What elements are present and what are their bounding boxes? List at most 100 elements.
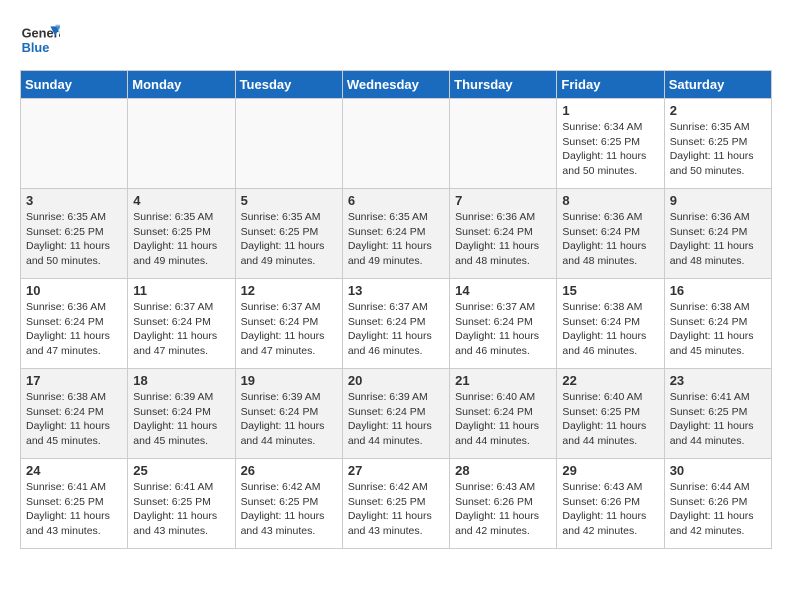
calendar-week-row: 10 Sunrise: 6:36 AMSunset: 6:24 PMDayligh… — [21, 279, 772, 369]
day-detail: Sunrise: 6:39 AMSunset: 6:24 PMDaylight:… — [348, 390, 444, 449]
calendar-cell: 11 Sunrise: 6:37 AMSunset: 6:24 PMDayligh… — [128, 279, 235, 369]
day-number: 11 — [133, 283, 229, 298]
day-detail: Sunrise: 6:41 AMSunset: 6:25 PMDaylight:… — [670, 390, 766, 449]
calendar-cell — [235, 99, 342, 189]
calendar-cell: 19 Sunrise: 6:39 AMSunset: 6:24 PMDayligh… — [235, 369, 342, 459]
calendar-cell: 17 Sunrise: 6:38 AMSunset: 6:24 PMDayligh… — [21, 369, 128, 459]
calendar-week-row: 24 Sunrise: 6:41 AMSunset: 6:25 PMDayligh… — [21, 459, 772, 549]
calendar-cell — [128, 99, 235, 189]
day-detail: Sunrise: 6:44 AMSunset: 6:26 PMDaylight:… — [670, 480, 766, 539]
calendar-cell: 28 Sunrise: 6:43 AMSunset: 6:26 PMDayligh… — [450, 459, 557, 549]
weekday-header-wednesday: Wednesday — [342, 71, 449, 99]
day-detail: Sunrise: 6:35 AMSunset: 6:25 PMDaylight:… — [133, 210, 229, 269]
calendar-cell: 22Sunrise: 6:40 AMSunset: 6:25 PMDayligh… — [557, 369, 664, 459]
day-detail: Sunrise: 6:35 AMSunset: 6:24 PMDaylight:… — [348, 210, 444, 269]
day-detail: Sunrise: 6:38 AMSunset: 6:24 PMDaylight:… — [562, 300, 658, 359]
day-number: 25 — [133, 463, 229, 478]
day-detail: Sunrise: 6:36 AMSunset: 6:24 PMDaylight:… — [455, 210, 551, 269]
day-number: 4 — [133, 193, 229, 208]
day-detail: Sunrise: 6:36 AMSunset: 6:24 PMDaylight:… — [562, 210, 658, 269]
day-detail: Sunrise: 6:38 AMSunset: 6:24 PMDaylight:… — [26, 390, 122, 449]
day-detail: Sunrise: 6:35 AMSunset: 6:25 PMDaylight:… — [26, 210, 122, 269]
calendar-cell: 26 Sunrise: 6:42 AMSunset: 6:25 PMDayligh… — [235, 459, 342, 549]
weekday-header-tuesday: Tuesday — [235, 71, 342, 99]
calendar-week-row: 17 Sunrise: 6:38 AMSunset: 6:24 PMDayligh… — [21, 369, 772, 459]
calendar-header-row: SundayMondayTuesdayWednesdayThursdayFrid… — [21, 71, 772, 99]
day-number: 12 — [241, 283, 337, 298]
calendar-cell: 18Sunrise: 6:39 AMSunset: 6:24 PMDayligh… — [128, 369, 235, 459]
calendar-cell: 6 Sunrise: 6:35 AMSunset: 6:24 PMDaylight… — [342, 189, 449, 279]
day-number: 17 — [26, 373, 122, 388]
calendar-cell: 20Sunrise: 6:39 AMSunset: 6:24 PMDayligh… — [342, 369, 449, 459]
day-detail: Sunrise: 6:37 AMSunset: 6:24 PMDaylight:… — [348, 300, 444, 359]
calendar-cell: 21 Sunrise: 6:40 AMSunset: 6:24 PMDayligh… — [450, 369, 557, 459]
day-number: 10 — [26, 283, 122, 298]
day-number: 8 — [562, 193, 658, 208]
day-number: 3 — [26, 193, 122, 208]
calendar-cell: 24Sunrise: 6:41 AMSunset: 6:25 PMDayligh… — [21, 459, 128, 549]
weekday-header-monday: Monday — [128, 71, 235, 99]
calendar-cell: 25 Sunrise: 6:41 AMSunset: 6:25 PMDayligh… — [128, 459, 235, 549]
day-detail: Sunrise: 6:42 AMSunset: 6:25 PMDaylight:… — [348, 480, 444, 539]
day-detail: Sunrise: 6:39 AMSunset: 6:24 PMDaylight:… — [241, 390, 337, 449]
calendar-week-row: 3 Sunrise: 6:35 AMSunset: 6:25 PMDaylight… — [21, 189, 772, 279]
calendar-cell — [450, 99, 557, 189]
day-detail: Sunrise: 6:39 AMSunset: 6:24 PMDaylight:… — [133, 390, 229, 449]
day-number: 1 — [562, 103, 658, 118]
weekday-header-friday: Friday — [557, 71, 664, 99]
day-detail: Sunrise: 6:37 AMSunset: 6:24 PMDaylight:… — [133, 300, 229, 359]
day-number: 27 — [348, 463, 444, 478]
calendar-cell: 5Sunrise: 6:35 AMSunset: 6:25 PMDaylight… — [235, 189, 342, 279]
day-detail: Sunrise: 6:36 AMSunset: 6:24 PMDaylight:… — [26, 300, 122, 359]
day-number: 2 — [670, 103, 766, 118]
day-number: 29 — [562, 463, 658, 478]
day-number: 6 — [348, 193, 444, 208]
page-container: General Blue SundayMondayTuesdayWednesda… — [0, 0, 792, 559]
calendar-cell: 3 Sunrise: 6:35 AMSunset: 6:25 PMDaylight… — [21, 189, 128, 279]
calendar-cell: 4 Sunrise: 6:35 AMSunset: 6:25 PMDaylight… — [128, 189, 235, 279]
calendar-cell: 29 Sunrise: 6:43 AMSunset: 6:26 PMDayligh… — [557, 459, 664, 549]
day-number: 5 — [241, 193, 337, 208]
svg-text:Blue: Blue — [22, 40, 50, 55]
calendar-cell: 12 Sunrise: 6:37 AMSunset: 6:24 PMDayligh… — [235, 279, 342, 369]
day-number: 23 — [670, 373, 766, 388]
day-number: 15 — [562, 283, 658, 298]
day-detail: Sunrise: 6:36 AMSunset: 6:24 PMDaylight:… — [670, 210, 766, 269]
day-number: 30 — [670, 463, 766, 478]
day-number: 26 — [241, 463, 337, 478]
day-number: 24 — [26, 463, 122, 478]
day-number: 19 — [241, 373, 337, 388]
calendar-cell: 8 Sunrise: 6:36 AMSunset: 6:24 PMDaylight… — [557, 189, 664, 279]
calendar-cell: 10 Sunrise: 6:36 AMSunset: 6:24 PMDayligh… — [21, 279, 128, 369]
day-number: 16 — [670, 283, 766, 298]
day-number: 21 — [455, 373, 551, 388]
day-detail: Sunrise: 6:43 AMSunset: 6:26 PMDaylight:… — [455, 480, 551, 539]
calendar-cell: 16Sunrise: 6:38 AMSunset: 6:24 PMDayligh… — [664, 279, 771, 369]
calendar-cell: 14 Sunrise: 6:37 AMSunset: 6:24 PMDayligh… — [450, 279, 557, 369]
day-detail: Sunrise: 6:35 AMSunset: 6:25 PMDaylight:… — [670, 120, 766, 179]
day-detail: Sunrise: 6:34 AMSunset: 6:25 PMDaylight:… — [562, 120, 658, 179]
page-header: General Blue — [20, 20, 772, 60]
logo: General Blue — [20, 20, 64, 60]
calendar-cell: 15 Sunrise: 6:38 AMSunset: 6:24 PMDayligh… — [557, 279, 664, 369]
logo-icon: General Blue — [20, 20, 60, 60]
day-detail: Sunrise: 6:41 AMSunset: 6:25 PMDaylight:… — [133, 480, 229, 539]
day-detail: Sunrise: 6:42 AMSunset: 6:25 PMDaylight:… — [241, 480, 337, 539]
weekday-header-thursday: Thursday — [450, 71, 557, 99]
day-number: 7 — [455, 193, 551, 208]
calendar-cell: 13Sunrise: 6:37 AMSunset: 6:24 PMDayligh… — [342, 279, 449, 369]
weekday-header-saturday: Saturday — [664, 71, 771, 99]
calendar-cell: 1 Sunrise: 6:34 AMSunset: 6:25 PMDaylight… — [557, 99, 664, 189]
day-number: 14 — [455, 283, 551, 298]
calendar-cell: 30 Sunrise: 6:44 AMSunset: 6:26 PMDayligh… — [664, 459, 771, 549]
calendar-cell: 7 Sunrise: 6:36 AMSunset: 6:24 PMDaylight… — [450, 189, 557, 279]
day-detail: Sunrise: 6:37 AMSunset: 6:24 PMDaylight:… — [241, 300, 337, 359]
calendar-table: SundayMondayTuesdayWednesdayThursdayFrid… — [20, 70, 772, 549]
day-detail: Sunrise: 6:40 AMSunset: 6:24 PMDaylight:… — [455, 390, 551, 449]
calendar-cell: 23 Sunrise: 6:41 AMSunset: 6:25 PMDayligh… — [664, 369, 771, 459]
day-detail: Sunrise: 6:43 AMSunset: 6:26 PMDaylight:… — [562, 480, 658, 539]
day-detail: Sunrise: 6:37 AMSunset: 6:24 PMDaylight:… — [455, 300, 551, 359]
day-number: 28 — [455, 463, 551, 478]
calendar-cell: 2 Sunrise: 6:35 AMSunset: 6:25 PMDaylight… — [664, 99, 771, 189]
calendar-cell: 9Sunrise: 6:36 AMSunset: 6:24 PMDaylight… — [664, 189, 771, 279]
